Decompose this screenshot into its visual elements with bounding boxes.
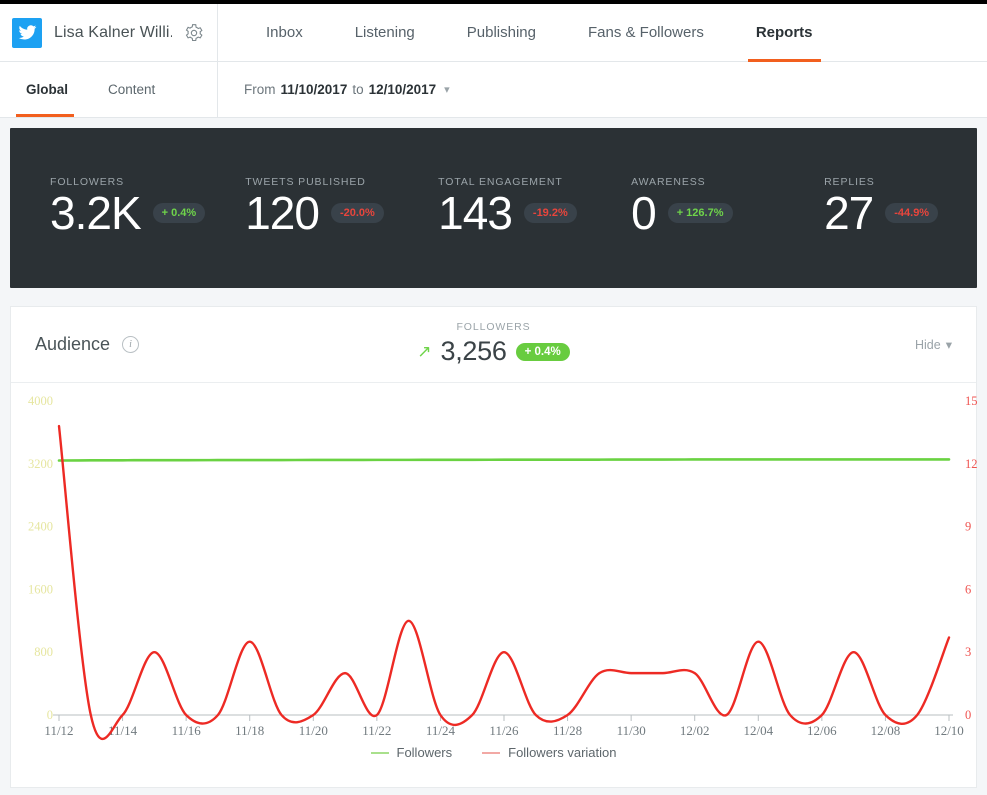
svg-text:11/22: 11/22: [362, 723, 391, 738]
tab-publishing-label: Publishing: [466, 24, 536, 41]
legend-label-followers: Followers: [396, 745, 453, 760]
subtab-global-label: Global: [26, 82, 69, 97]
svg-text:11/18: 11/18: [235, 723, 264, 738]
svg-text:11/16: 11/16: [172, 723, 202, 738]
svg-text:12/08: 12/08: [871, 723, 901, 738]
kpi-tweets-published-value: 120: [245, 187, 320, 239]
tab-publishing[interactable]: Publishing: [441, 4, 562, 61]
kpi-total-engagement-delta: -19.2%: [523, 203, 577, 223]
kpi-awareness-delta: + 126.7%: [667, 203, 733, 223]
kpi-section: FOLLOWERS 3.2K + 0.4% TWEETS PUBLISHED 1…: [0, 118, 987, 288]
chevron-down-icon: ▾: [444, 84, 450, 96]
svg-text:1600: 1600: [28, 582, 53, 596]
audience-headline-metric: FOLLOWERS ↗ 3,256 + 0.4%: [11, 321, 976, 367]
kpi-awareness: AWARENESS 0 + 126.7%: [591, 176, 784, 236]
svg-text:3200: 3200: [28, 457, 53, 471]
primary-tabs: Inbox Listening Publishing Fans & Follow…: [218, 4, 987, 62]
svg-text:3: 3: [965, 645, 971, 659]
hide-button-label: Hide: [915, 337, 941, 352]
svg-text:12/10: 12/10: [934, 723, 964, 738]
svg-text:800: 800: [34, 645, 53, 659]
kpi-followers-value: 3.2K: [50, 187, 142, 239]
kpi-replies-delta: -44.9%: [885, 203, 939, 223]
svg-text:11/30: 11/30: [617, 723, 646, 738]
date-mid: to: [352, 82, 364, 97]
account-zone: Lisa Kalner Willi...: [0, 4, 218, 61]
audience-metric-label: FOLLOWERS: [456, 321, 531, 333]
legend-swatch-followers-variation: [482, 751, 501, 754]
svg-text:2400: 2400: [28, 520, 53, 534]
status-badge: + 0.4%: [515, 342, 570, 361]
audience-metric-value: 3,256: [440, 336, 507, 366]
subtab-global[interactable]: Global: [0, 62, 90, 117]
tab-reports[interactable]: Reports: [730, 4, 839, 62]
legend-item-followers-variation[interactable]: Followers variation: [482, 745, 617, 760]
gear-icon[interactable]: [184, 23, 204, 43]
svg-text:0: 0: [47, 708, 53, 722]
secondary-navigation-bar: Global Content From 11/10/2017 to 12/10/…: [0, 62, 987, 118]
date-to: 12/10/2017: [368, 82, 437, 97]
svg-text:11/26: 11/26: [489, 723, 519, 738]
legend-item-followers[interactable]: Followers: [370, 745, 453, 760]
svg-text:12/06: 12/06: [807, 723, 837, 738]
svg-text:4000: 4000: [28, 394, 53, 408]
tab-reports-label: Reports: [755, 24, 813, 41]
kpi-tweets-published-delta: -20.0%: [330, 203, 384, 223]
twitter-bird-icon: [12, 17, 42, 48]
subtab-content[interactable]: Content: [90, 62, 173, 117]
svg-text:9: 9: [965, 520, 971, 534]
svg-text:12: 12: [965, 457, 978, 471]
legend-label-followers-variation: Followers variation: [508, 745, 617, 760]
date-from: 11/10/2017: [280, 82, 348, 97]
svg-text:0: 0: [965, 708, 971, 722]
kpi-replies: REPLIES 27 -44.9%: [784, 176, 977, 236]
kpi-awareness-value: 0: [631, 187, 657, 239]
date-range-selector[interactable]: From 11/10/2017 to 12/10/2017 ▾: [218, 62, 450, 117]
account-name: Lisa Kalner Willi...: [54, 23, 172, 41]
tab-fans-followers[interactable]: Fans & Followers: [562, 4, 730, 61]
svg-text:6: 6: [965, 582, 971, 596]
audience-card: Audience i FOLLOWERS ↗ 3,256 + 0.4% Hide…: [10, 306, 978, 788]
audience-card-header: Audience i FOLLOWERS ↗ 3,256 + 0.4% Hide…: [11, 307, 976, 383]
kpi-replies-value: 27: [824, 187, 874, 239]
main-navigation-bar: Lisa Kalner Willi... Inbox Listening Pub…: [0, 4, 987, 62]
kpi-followers-delta: + 0.4%: [152, 203, 206, 223]
kpi-panel: FOLLOWERS 3.2K + 0.4% TWEETS PUBLISHED 1…: [10, 128, 977, 288]
subtab-content-label: Content: [108, 82, 156, 97]
svg-text:15: 15: [965, 394, 978, 408]
page-title: Audience: [35, 334, 111, 354]
svg-text:12/04: 12/04: [743, 723, 773, 738]
arrow-up-right-icon: ↗: [417, 342, 432, 361]
chevron-down-icon: ▾: [945, 338, 952, 352]
kpi-total-engagement-value: 143: [438, 187, 513, 239]
kpi-total-engagement: TOTAL ENGAGEMENT 143 -19.2%: [398, 176, 591, 236]
svg-text:12/02: 12/02: [680, 723, 710, 738]
tab-inbox-label: Inbox: [266, 24, 303, 41]
date-prefix: From: [244, 82, 276, 97]
legend-swatch-followers: [370, 751, 389, 754]
svg-text:11/20: 11/20: [299, 723, 328, 738]
tab-listening-label: Listening: [354, 24, 415, 41]
audience-chart: 0 800 1600 2400 3200 4000 0 3 6 9 12 15 11/12 11/14 11…: [11, 383, 978, 787]
tab-listening[interactable]: Listening: [329, 4, 441, 61]
audience-card-wrapper: Audience i FOLLOWERS ↗ 3,256 + 0.4% Hide…: [0, 288, 987, 788]
info-icon[interactable]: i: [122, 336, 140, 353]
hide-button[interactable]: Hide ▾: [915, 337, 952, 353]
chart-legend: Followers Followers variation: [11, 745, 976, 760]
svg-text:11/12: 11/12: [44, 723, 73, 738]
svg-text:11/28: 11/28: [553, 723, 582, 738]
kpi-followers: FOLLOWERS 3.2K + 0.4%: [10, 176, 206, 239]
report-scope-tabs: Global Content: [0, 62, 218, 117]
audience-chart-svg: 080016002400320040000369121511/12 11/14 11…: [28, 394, 978, 741]
tab-inbox[interactable]: Inbox: [240, 4, 329, 61]
tab-fans-followers-label: Fans & Followers: [587, 24, 704, 41]
kpi-tweets-published: TWEETS PUBLISHED 120 -20.0%: [205, 176, 398, 236]
